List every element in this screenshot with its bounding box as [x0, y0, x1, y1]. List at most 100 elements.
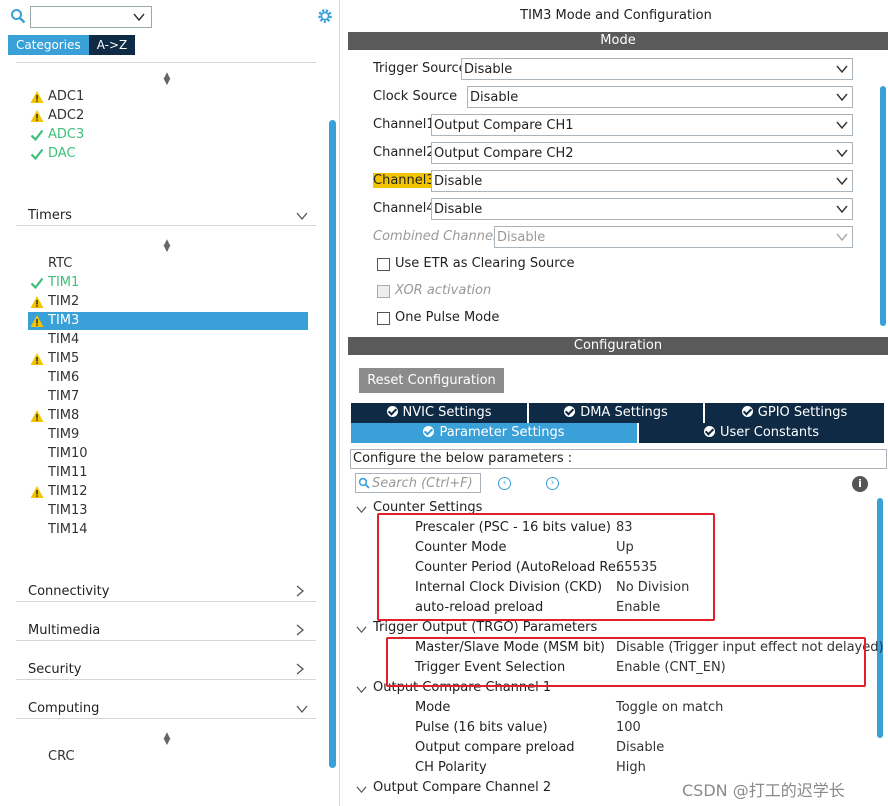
chevron-down-icon — [836, 93, 848, 102]
list-item[interactable]: TIM10 — [28, 445, 308, 463]
category-security[interactable]: Security — [16, 660, 316, 680]
sort-icon[interactable]: ▲ ▼ — [162, 732, 172, 747]
parameter-name: Output compare preload — [415, 740, 575, 755]
tab-label: DMA Settings — [580, 405, 668, 420]
chevron-right-icon — [296, 585, 305, 597]
tab-nvic-settings[interactable]: NVIC Settings — [351, 403, 527, 423]
checkbox: XOR activation — [377, 283, 491, 299]
list-item[interactable]: TIM2 — [28, 293, 308, 311]
list-item[interactable]: TIM3 — [28, 312, 308, 330]
check-icon — [30, 277, 44, 290]
check-icon — [30, 129, 44, 142]
category-computing[interactable]: Computing — [16, 699, 316, 719]
chevron-down-icon — [133, 13, 145, 22]
chevron-right-icon — [296, 663, 305, 675]
list-item-label: ADC2 — [48, 108, 85, 123]
previous-icon[interactable]: ‹ — [498, 477, 511, 490]
mode-row-label: Combined Channels — [373, 229, 504, 244]
gear-icon[interactable] — [316, 7, 334, 25]
tab-gpio-settings[interactable]: GPIO Settings — [705, 403, 884, 423]
category-multimedia[interactable]: Multimedia — [16, 621, 316, 641]
chevron-down-icon — [836, 233, 848, 242]
scrollbar[interactable] — [329, 120, 336, 768]
parameter-value[interactable]: Disable — [616, 740, 664, 758]
mode-row-label: Channel2 — [373, 145, 435, 160]
list-item-label: TIM1 — [48, 275, 80, 290]
list-item-label: TIM8 — [48, 408, 80, 423]
checkbox[interactable]: Use ETR as Clearing Source — [377, 256, 575, 272]
category-timers[interactable]: Timers — [16, 206, 316, 226]
list-item[interactable]: ADC1 — [28, 88, 308, 106]
list-item-label: TIM12 — [48, 484, 88, 499]
parameter-value[interactable]: 100 — [616, 720, 641, 738]
category-label: Security — [28, 662, 82, 677]
tab-a-z[interactable]: A->Z — [88, 35, 136, 55]
list-item[interactable]: TIM12 — [28, 483, 308, 501]
mode-select[interactable]: Disable — [431, 170, 853, 192]
tab-categories[interactable]: Categories — [8, 35, 89, 55]
search-select[interactable] — [30, 6, 152, 28]
category-connectivity[interactable]: Connectivity — [16, 582, 316, 602]
chevron-down-icon — [356, 626, 367, 634]
parameter-name: Pulse (16 bits value) — [415, 720, 548, 735]
tab-parameter-settings[interactable]: Parameter Settings — [351, 423, 637, 443]
list-item[interactable]: RTC — [28, 255, 308, 273]
scrollbar[interactable] — [880, 86, 886, 326]
chevron-down-icon — [836, 149, 848, 158]
checkbox-box[interactable] — [377, 258, 390, 271]
list-item[interactable]: TIM6 — [28, 369, 308, 387]
checkbox[interactable]: One Pulse Mode — [377, 310, 499, 326]
mode-select[interactable]: Disable — [467, 86, 853, 108]
mode-row-label: Trigger Source — [373, 61, 467, 76]
checkbox-box[interactable] — [377, 312, 390, 325]
parameter-search-input[interactable]: Search (Ctrl+F) — [355, 473, 481, 493]
tab-dma-settings[interactable]: DMA Settings — [529, 403, 703, 423]
chevron-down-icon — [836, 65, 848, 74]
tab-user-constants[interactable]: User Constants — [639, 423, 884, 443]
chevron-down-icon — [836, 121, 848, 130]
checkbox-label: One Pulse Mode — [395, 310, 500, 325]
list-item[interactable]: TIM14 — [28, 521, 308, 539]
sort-icon[interactable]: ▲ ▼ — [162, 239, 172, 254]
mode-row-label: Channel3 — [373, 173, 435, 188]
mode-select[interactable]: Disable — [431, 198, 853, 220]
mode-select[interactable]: Output Compare CH2 — [431, 142, 853, 164]
mode-select[interactable]: Disable — [461, 58, 853, 80]
list-item[interactable]: TIM1 — [28, 274, 308, 292]
next-icon[interactable]: › — [546, 477, 559, 490]
category-label: Multimedia — [28, 623, 101, 638]
checkbox-box — [377, 285, 390, 298]
list-item[interactable]: TIM9 — [28, 426, 308, 444]
list-item[interactable]: DAC — [28, 145, 308, 163]
mode-select[interactable]: Output Compare CH1 — [431, 114, 853, 136]
configuration-header: Configuration — [348, 337, 888, 355]
parameter-name: Mode — [415, 700, 451, 715]
parameter-value[interactable]: High — [616, 760, 646, 778]
parameter-value[interactable]: Toggle on match — [616, 700, 723, 718]
checkbox-label: Use ETR as Clearing Source — [395, 256, 575, 271]
scrollbar[interactable] — [877, 498, 883, 738]
list-item[interactable]: ADC3 — [28, 126, 308, 144]
mode-header: Mode — [348, 32, 888, 50]
list-item[interactable]: TIM5 — [28, 350, 308, 368]
category-label: Computing — [28, 701, 100, 716]
mode-select-value: Disable — [434, 174, 483, 189]
mode-select-value: Disable — [497, 230, 546, 245]
sort-icon[interactable]: ▲ ▼ — [162, 72, 172, 87]
list-item[interactable]: TIM4 — [28, 331, 308, 349]
list-item[interactable]: ADC2 — [28, 107, 308, 125]
mode-select-value: Output Compare CH1 — [434, 118, 574, 133]
list-item[interactable]: TIM8 — [28, 407, 308, 425]
list-item[interactable]: TIM13 — [28, 502, 308, 520]
list-item[interactable]: TIM11 — [28, 464, 308, 482]
search-icon[interactable] — [10, 8, 26, 24]
reset-configuration-button[interactable]: Reset Configuration — [359, 368, 504, 393]
configure-description: Configure the below parameters : — [350, 449, 887, 469]
check-circle-icon — [741, 406, 753, 417]
warning-icon — [30, 410, 44, 422]
list-item-label: TIM9 — [48, 427, 80, 442]
chevron-down-icon — [836, 177, 848, 186]
info-icon[interactable]: i — [852, 476, 868, 492]
list-item[interactable]: CRC — [28, 748, 308, 766]
list-item[interactable]: TIM7 — [28, 388, 308, 406]
